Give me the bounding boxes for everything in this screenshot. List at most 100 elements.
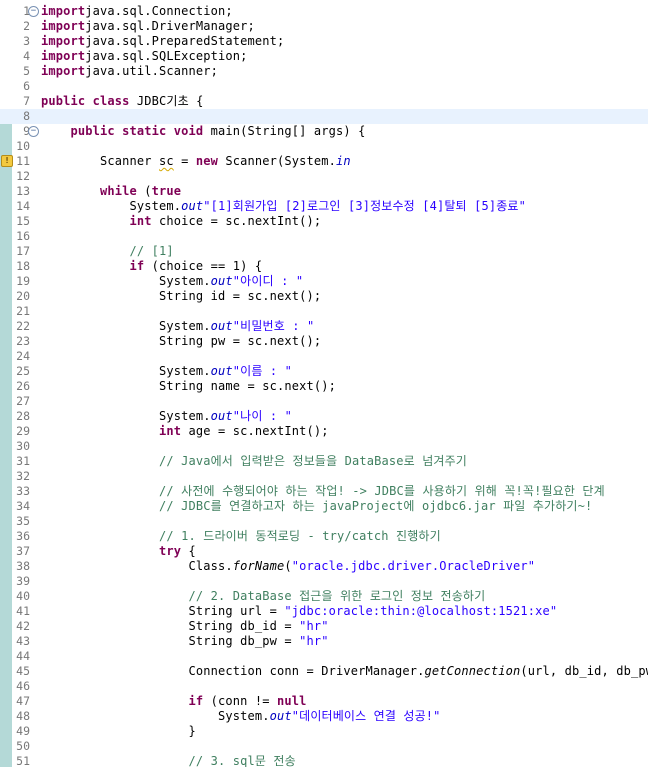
line-number: 50 xyxy=(16,739,30,753)
code-line[interactable]: 51 // 3. sql문 전송 xyxy=(0,754,648,767)
warning-marker-icon[interactable]: ! xyxy=(1,155,13,167)
code-text: String db_pw = "hr" xyxy=(41,634,329,649)
code-line[interactable]: 31 // Java에서 입력받은 정보들을 DataBase로 넘겨주기 xyxy=(0,454,648,469)
code-line[interactable]: 27 xyxy=(0,394,648,409)
code-text: importjava.sql.DriverManager; xyxy=(41,19,255,34)
code-token: public xyxy=(70,124,115,138)
code-token: true xyxy=(151,184,182,198)
fold-collapse-icon[interactable]: − xyxy=(28,126,39,137)
code-line[interactable]: 1− importjava.sql.Connection; xyxy=(0,4,648,19)
code-token: out xyxy=(269,709,292,723)
code-token: Scanner xyxy=(41,154,159,168)
code-line[interactable]: 10 xyxy=(0,139,648,154)
code-text: String url = "jdbc:oracle:thin:@localhos… xyxy=(41,604,557,619)
code-line[interactable]: 25 System.out"이름 : " xyxy=(0,364,648,379)
code-line[interactable]: 49 } xyxy=(0,724,648,739)
code-line[interactable]: 38 Class.forName("oracle.jdbc.driver.Ora… xyxy=(0,559,648,574)
code-line[interactable]: 29 int age = sc.nextInt(); xyxy=(0,424,648,439)
code-line[interactable]: 3 importjava.sql.PreparedStatement; xyxy=(0,34,648,49)
code-token: out xyxy=(210,319,233,333)
code-token: java.sql.PreparedStatement; xyxy=(85,34,285,48)
code-token: void xyxy=(173,124,204,138)
code-line[interactable]: 13 while (true xyxy=(0,184,648,199)
code-token: "나이 : " xyxy=(232,409,293,423)
code-line[interactable]: 6 xyxy=(0,79,648,94)
code-line[interactable]: 16 xyxy=(0,229,648,244)
code-editor[interactable]: 1− importjava.sql.Connection; 2 importjava.… xyxy=(0,0,648,767)
code-line[interactable]: 22 System.out"비밀번호 : " xyxy=(0,319,648,334)
code-token: JDBC기초 { xyxy=(129,94,204,108)
code-line[interactable]: 15 int choice = sc.nextInt(); xyxy=(0,214,648,229)
code-line[interactable]: 26 String name = sc.next(); xyxy=(0,379,648,394)
code-line[interactable]: 12 xyxy=(0,169,648,184)
code-token: java.util.Scanner; xyxy=(85,64,218,78)
code-line[interactable]: 14 System.out"[1]회원가입 [2]로그인 [3]정보수정 [4]… xyxy=(0,199,648,214)
code-line[interactable]: 20 String id = sc.next(); xyxy=(0,289,648,304)
code-line[interactable]: 18 if (choice == 1) { xyxy=(0,259,648,274)
code-token: import xyxy=(41,19,86,33)
code-token: // JDBC를 연결하고자 하는 javaProject에 ojdbc6.ja… xyxy=(159,499,593,513)
code-line[interactable]: 35 xyxy=(0,514,648,529)
code-line[interactable]: 4 importjava.sql.SQLException; xyxy=(0,49,648,64)
code-token: Scanner(System. xyxy=(218,154,336,168)
code-line[interactable]: 48 System.out"데이터베이스 연결 성공!" xyxy=(0,709,648,724)
code-token: System. xyxy=(41,199,182,213)
code-line[interactable]: 28 System.out"나이 : " xyxy=(0,409,648,424)
code-line[interactable]: 47 if (conn != null xyxy=(0,694,648,709)
line-number: 17 xyxy=(16,244,30,258)
code-line[interactable]: 46 xyxy=(0,679,648,694)
code-token: int xyxy=(129,214,152,228)
code-line[interactable]: 23 String pw = sc.next(); xyxy=(0,334,648,349)
line-number: 26 xyxy=(16,379,30,393)
code-line[interactable]: 41 String url = "jdbc:oracle:thin:@local… xyxy=(0,604,648,619)
code-text: // 3. sql문 전송 xyxy=(41,754,296,767)
code-line[interactable]: 8 xyxy=(0,109,648,124)
code-line[interactable]: 30 xyxy=(0,439,648,454)
code-line[interactable]: 50 xyxy=(0,739,648,754)
code-text: importjava.sql.PreparedStatement; xyxy=(41,34,284,49)
fold-collapse-icon[interactable]: − xyxy=(28,6,39,17)
code-text: System.out"이름 : " xyxy=(41,364,292,379)
code-line[interactable]: 24 xyxy=(0,349,648,364)
code-line[interactable]: 37 try { xyxy=(0,544,648,559)
code-token: getConnection xyxy=(424,664,521,678)
line-number: 41 xyxy=(16,604,30,618)
code-line[interactable]: 44 xyxy=(0,649,648,664)
code-text: public static void main(String[] args) { xyxy=(41,124,366,139)
code-line[interactable]: 39 xyxy=(0,574,648,589)
code-token: Connection conn = DriverManager. xyxy=(41,664,425,678)
code-line[interactable]: 5 importjava.util.Scanner; xyxy=(0,64,648,79)
code-token: // 1. 드라이버 동적로딩 - try/catch 진행하기 xyxy=(159,529,441,543)
code-line[interactable]: 19 System.out"아이디 : " xyxy=(0,274,648,289)
code-line[interactable]: 9− public static void main(String[] args… xyxy=(0,124,648,139)
code-line[interactable]: 32 xyxy=(0,469,648,484)
code-line[interactable]: 42 String db_id = "hr" xyxy=(0,619,648,634)
code-text: importjava.sql.Connection; xyxy=(41,4,233,19)
line-number: 7 xyxy=(23,94,30,108)
code-line[interactable]: 7 public class JDBC기초 { xyxy=(0,94,648,109)
line-number: 37 xyxy=(16,544,30,558)
code-line[interactable]: 33 // 사전에 수행되어야 하는 작업! -> JDBC를 사용하기 위해 … xyxy=(0,484,648,499)
code-line[interactable]: 45 Connection conn = DriverManager.getCo… xyxy=(0,664,648,679)
code-token: "이름 : " xyxy=(232,364,293,378)
code-line[interactable]: 43 String db_pw = "hr" xyxy=(0,634,648,649)
line-number: 8 xyxy=(23,109,30,123)
code-line[interactable]: 2 importjava.sql.DriverManager; xyxy=(0,19,648,34)
code-line[interactable]: 40 // 2. DataBase 접근을 위한 로그인 정보 전송하기 xyxy=(0,589,648,604)
line-number: 25 xyxy=(16,364,30,378)
code-line[interactable]: 17 // [1] xyxy=(0,244,648,259)
code-line[interactable]: 34 // JDBC를 연결하고자 하는 javaProject에 ojdbc6… xyxy=(0,499,648,514)
code-line[interactable]: 21 xyxy=(0,304,648,319)
code-line[interactable]: 36 // 1. 드라이버 동적로딩 - try/catch 진행하기 xyxy=(0,529,648,544)
code-text: if (choice == 1) { xyxy=(41,259,263,274)
code-line[interactable]: 11! Scanner sc = new Scanner(System.in xyxy=(0,154,648,169)
code-token: String db_id = xyxy=(41,619,300,633)
line-number: 23 xyxy=(16,334,30,348)
code-token: String url = xyxy=(41,604,285,618)
